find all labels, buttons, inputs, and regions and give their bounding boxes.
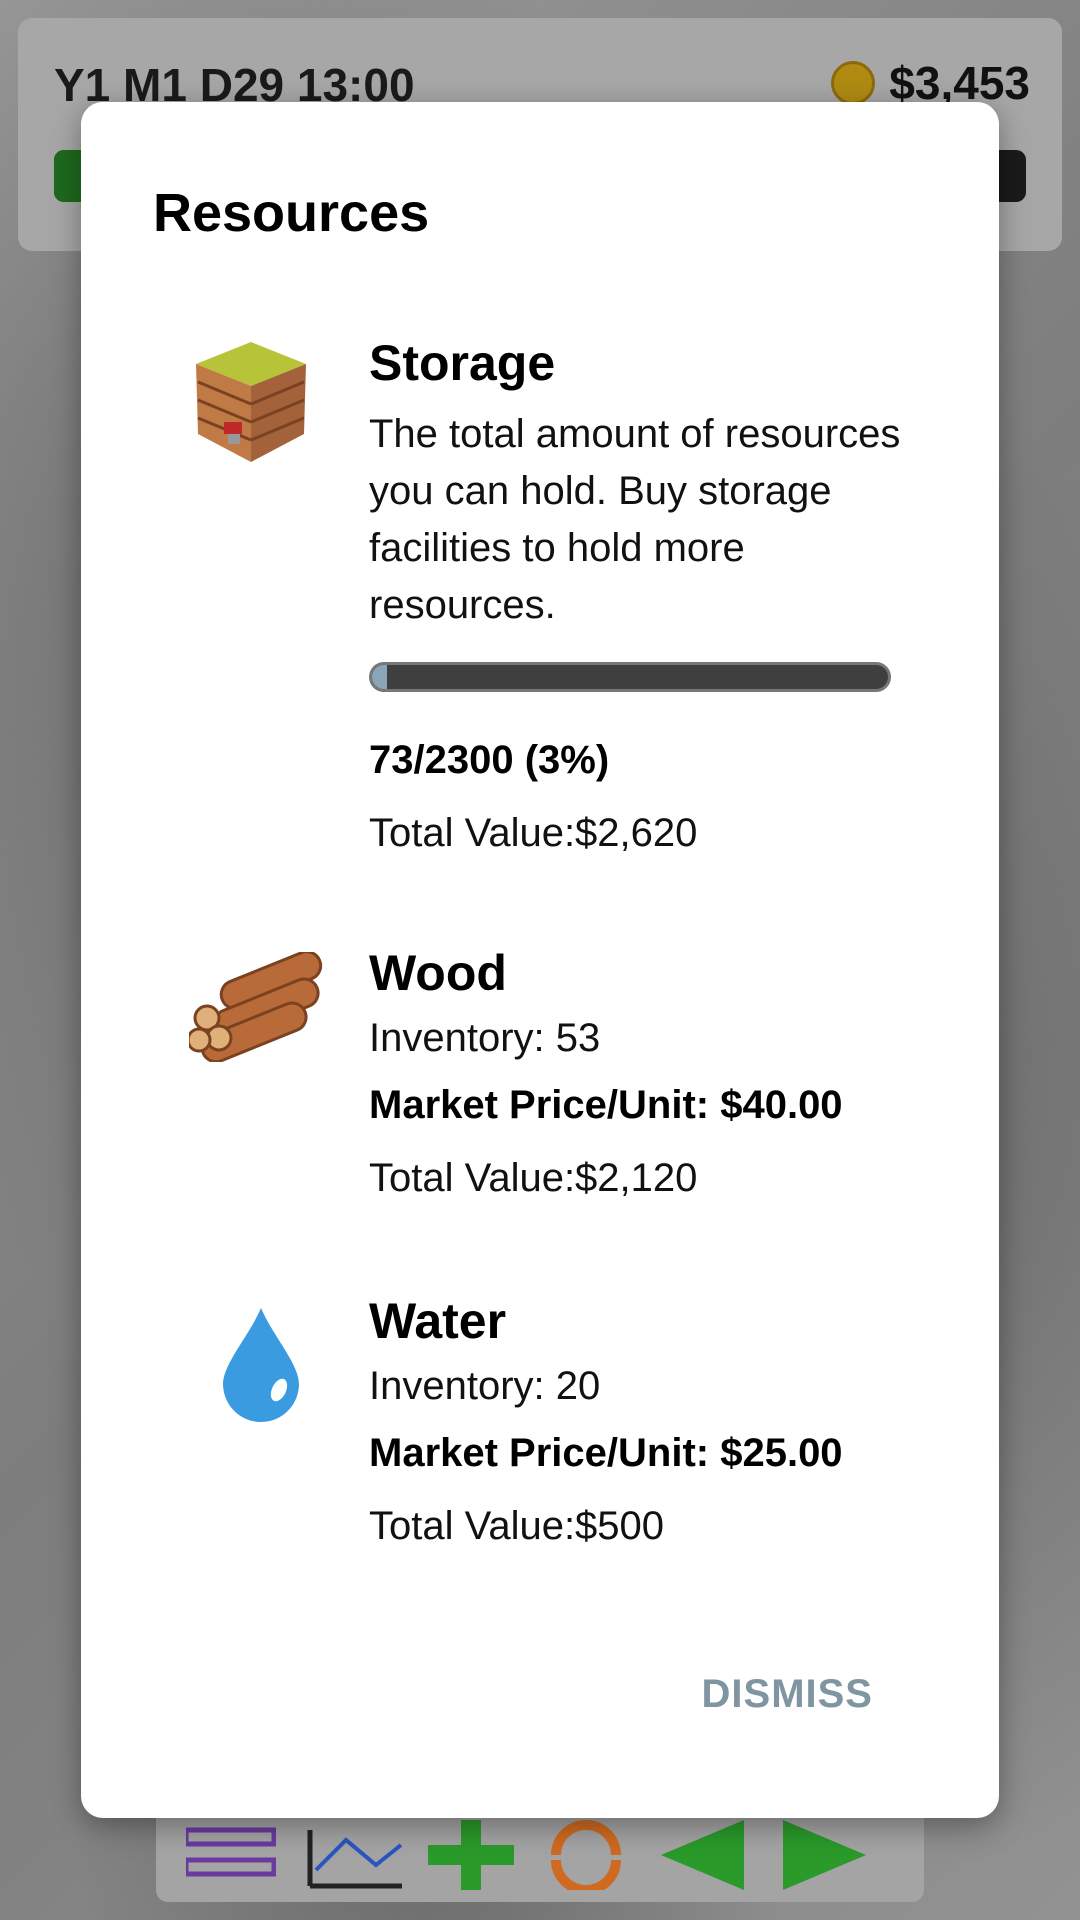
menu-icon[interactable] — [186, 1820, 276, 1890]
dialog-title: Resources — [153, 183, 430, 243]
wood-inventory: Inventory: 53 — [369, 1016, 601, 1060]
water-inventory: Inventory: 20 — [369, 1364, 601, 1408]
storage-progress-fill — [372, 665, 388, 689]
add-icon[interactable] — [426, 1820, 516, 1890]
storage-description: The total amount of resources you can ho… — [369, 412, 901, 627]
water-total-value: Total Value:$500 — [369, 1504, 665, 1548]
storage-hut-icon — [196, 342, 306, 462]
water-name: Water — [369, 1293, 507, 1349]
next-icon[interactable] — [781, 1820, 871, 1890]
storage-total-value: Total Value:$2,620 — [369, 811, 698, 855]
wood-name: Wood — [369, 945, 507, 1001]
resources-dialog: Resources Storage The total amount of re… — [81, 102, 999, 1818]
dismiss-button[interactable]: DISMISS — [702, 1672, 873, 1717]
wood-market-price: Market Price/Unit: $40.00 — [369, 1083, 843, 1127]
chart-icon[interactable] — [306, 1820, 406, 1890]
water-market-price: Market Price/Unit: $25.00 — [369, 1431, 843, 1475]
wood-logs-icon — [189, 952, 323, 1062]
storage-progress-bar — [369, 662, 891, 692]
refresh-icon[interactable] — [541, 1820, 631, 1890]
water-drop-icon — [223, 1308, 299, 1422]
wood-total-value: Total Value:$2,120 — [369, 1156, 698, 1200]
storage-name: Storage — [369, 335, 556, 391]
previous-icon[interactable] — [656, 1820, 746, 1890]
storage-usage: 73/2300 (3%) — [369, 738, 610, 782]
coin-icon — [831, 61, 876, 105]
